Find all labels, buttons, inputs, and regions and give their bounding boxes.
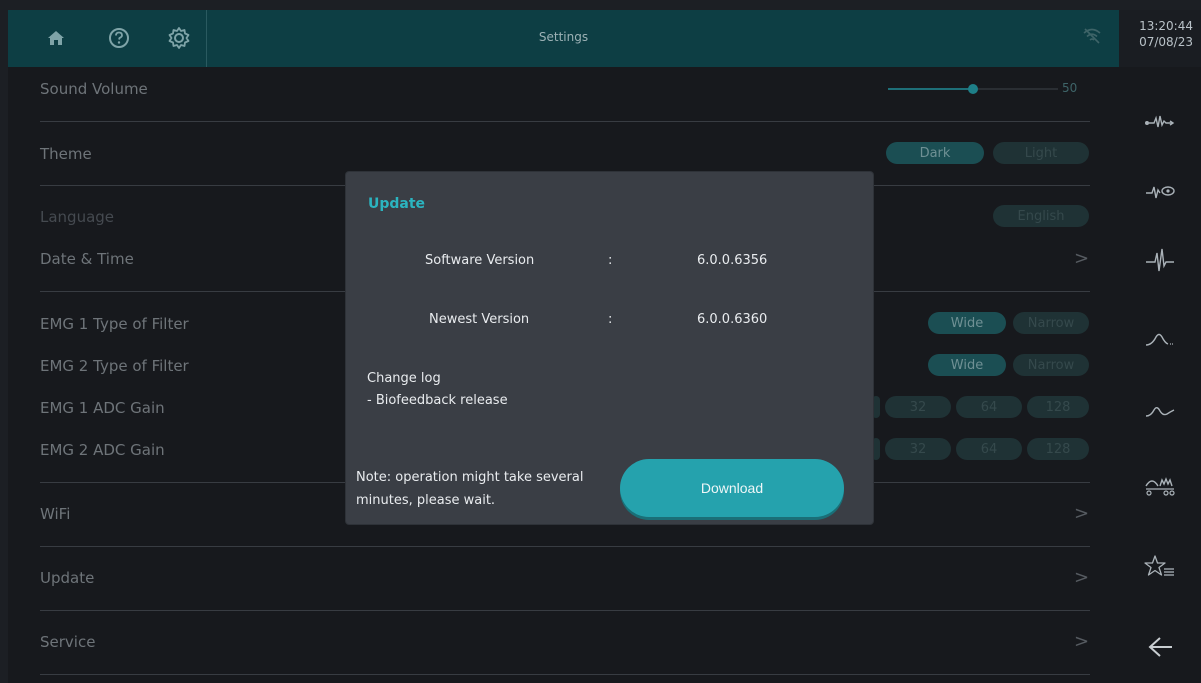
- emg1-filter-label: EMG 1 Type of Filter: [40, 315, 189, 333]
- theme-dark-button[interactable]: Dark: [886, 142, 984, 164]
- emg1-gain-32-button[interactable]: 32: [885, 396, 951, 418]
- software-version-separator: :: [608, 253, 613, 268]
- theme-label: Theme: [40, 145, 92, 163]
- emg2-gain-128-button[interactable]: 128: [1027, 438, 1089, 460]
- update-dialog: Update Software Version : 6.0.0.6356 New…: [346, 172, 873, 524]
- curve-icon[interactable]: [1142, 325, 1178, 353]
- service-label[interactable]: Service: [40, 633, 95, 651]
- emg-eye-icon[interactable]: [1142, 177, 1178, 205]
- slider-thumb[interactable]: [968, 84, 978, 94]
- emg2-gain-label: EMG 2 ADC Gain: [40, 441, 165, 459]
- separator: [40, 121, 1090, 122]
- emg1-gain-64-button[interactable]: 64: [956, 396, 1022, 418]
- emg1-gain-128-button[interactable]: 128: [1027, 396, 1089, 418]
- emg2-filter-label: EMG 2 Type of Filter: [40, 357, 189, 375]
- note-line-1: Note: operation might take several: [356, 470, 584, 485]
- chart-people-icon[interactable]: [1142, 472, 1178, 500]
- favorites-list-icon[interactable]: [1142, 553, 1178, 581]
- chevron-right-icon[interactable]: >: [1074, 503, 1089, 524]
- emg2-gain-64-button[interactable]: 64: [956, 438, 1022, 460]
- theme-light-button[interactable]: Light: [993, 142, 1089, 164]
- emg2-filter-narrow-button[interactable]: Narrow: [1013, 354, 1089, 376]
- changelog-title: Change log: [367, 371, 441, 386]
- changelog-item: - Biofeedback release: [367, 393, 508, 408]
- emg1-gain-label: EMG 1 ADC Gain: [40, 399, 165, 417]
- clock: 13:20:44 07/08/23: [1119, 10, 1201, 67]
- sound-volume-slider[interactable]: [888, 84, 1058, 94]
- emg-signal-icon[interactable]: [1142, 107, 1178, 135]
- emg1-gain-partial-button[interactable]: [872, 396, 880, 418]
- download-button[interactable]: Download: [620, 459, 844, 517]
- software-version-value: 6.0.0.6356: [697, 253, 768, 268]
- emg1-filter-wide-button[interactable]: Wide: [928, 312, 1006, 334]
- emg2-gain-partial-button[interactable]: [872, 438, 880, 460]
- emg2-filter-wide-button[interactable]: Wide: [928, 354, 1006, 376]
- wifi-label[interactable]: WiFi: [40, 505, 70, 523]
- back-arrow-icon[interactable]: [1142, 633, 1178, 661]
- separator: [40, 674, 1090, 675]
- emg-pulse-icon[interactable]: [1142, 247, 1178, 275]
- update-label[interactable]: Update: [40, 569, 94, 587]
- wifi-off-icon: [1082, 27, 1102, 49]
- page-title: Settings: [538, 30, 589, 44]
- separator: [40, 610, 1090, 611]
- clock-date: 07/08/23: [1139, 35, 1193, 49]
- language-label: Language: [40, 208, 115, 226]
- note-line-2: minutes, please wait.: [356, 493, 496, 508]
- newest-version-separator: :: [608, 312, 613, 327]
- sound-volume-label: Sound Volume: [40, 80, 148, 98]
- language-english-button[interactable]: English: [993, 205, 1089, 227]
- separator: [40, 546, 1090, 547]
- screen: Settings 13:20:44 07/08/23 Sound Volume …: [8, 10, 1201, 683]
- newest-version-label: Newest Version: [429, 312, 530, 327]
- chevron-right-icon[interactable]: >: [1074, 567, 1089, 588]
- dialog-title: Update: [368, 196, 426, 212]
- emg2-gain-32-button[interactable]: 32: [885, 438, 951, 460]
- clock-time: 13:20:44: [1139, 19, 1193, 33]
- right-sidebar: [1119, 67, 1201, 683]
- emg1-filter-narrow-button[interactable]: Narrow: [1013, 312, 1089, 334]
- date-time-label[interactable]: Date & Time: [40, 250, 134, 268]
- newest-version-value: 6.0.0.6360: [697, 312, 768, 327]
- top-bar: Settings: [8, 10, 1119, 67]
- software-version-label: Software Version: [425, 253, 535, 268]
- wave-icon[interactable]: [1142, 397, 1178, 425]
- slider-fill: [888, 88, 973, 90]
- sound-volume-value: 50: [1062, 81, 1078, 95]
- chevron-right-icon[interactable]: >: [1074, 248, 1089, 269]
- chevron-right-icon[interactable]: >: [1074, 631, 1089, 652]
